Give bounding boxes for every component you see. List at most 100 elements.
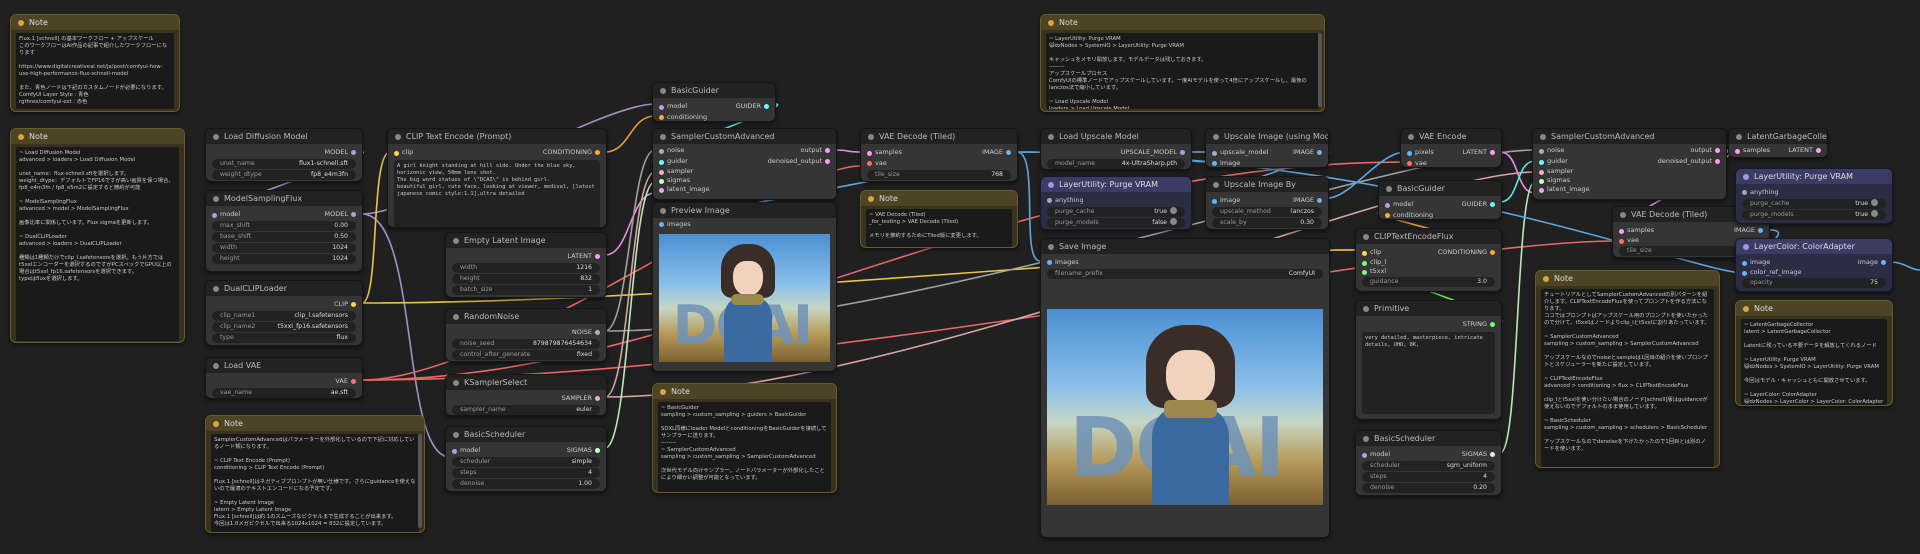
input-anything[interactable]: anything bbox=[1047, 195, 1185, 206]
node-load-diffusion-model[interactable]: Load Diffusion Model MODEL unet_name flux… bbox=[205, 128, 363, 182]
input-samples[interactable]: samples bbox=[1735, 146, 1770, 154]
node-purge-vram[interactable]: LayerUtility: Purge VRAM anything purge_… bbox=[1040, 176, 1192, 230]
note-text[interactable]: ~ VAE Decode (Tiled) _for_testing > VAE … bbox=[866, 209, 1012, 247]
note-loaders[interactable]: Note ~ Load Diffusion Model advanced > l… bbox=[10, 128, 185, 343]
input-latent-image[interactable]: latent_image bbox=[659, 185, 830, 194]
output-conditioning[interactable]: CONDITIONING bbox=[543, 147, 601, 158]
widget-vae-name[interactable]: vae_name ae.sft bbox=[212, 388, 356, 398]
node-clip-text-encode-flux[interactable]: CLIPTextEncodeFlux clip CONDITIONING clip… bbox=[1355, 228, 1502, 292]
note-text[interactable]: ~ LayerUtility: Purge VRAM 😺dzNodes > Sy… bbox=[1046, 33, 1319, 109]
input-image[interactable]: image bbox=[1742, 258, 1770, 266]
output-sigmas[interactable]: SIGMAS bbox=[567, 445, 601, 456]
input-model[interactable]: model bbox=[452, 446, 480, 454]
widget-max-shift[interactable]: max_shift 0.00 bbox=[212, 221, 356, 231]
output-guider[interactable]: GUIDER bbox=[1462, 199, 1496, 210]
widget-sampler-name[interactable]: sampler_name euler bbox=[452, 405, 600, 415]
output-upscale-model[interactable]: UPSCALE_MODEL bbox=[1047, 147, 1185, 158]
widget-scheduler[interactable]: scheduler sgm_uniform bbox=[1362, 461, 1495, 471]
note-sampler-params[interactable]: Note SamplerCustomAdvancedはパラメーターを外部化してい… bbox=[205, 415, 425, 533]
node-basic-scheduler[interactable]: BasicScheduler model SIGMAS scheduler simp… bbox=[445, 426, 607, 492]
input-latent-image[interactable]: latent_image bbox=[1539, 185, 1720, 194]
output-image[interactable]: IMAGE bbox=[982, 147, 1012, 158]
input-samples[interactable]: samples bbox=[1619, 226, 1654, 234]
toggle-purge-cache[interactable]: purge_cache true bbox=[1742, 199, 1886, 209]
note-vae-decode[interactable]: Note ~ VAE Decode (Tiled) _for_testing >… bbox=[860, 190, 1018, 248]
widget-noise-seed[interactable]: noise_seed 879879876454634 bbox=[452, 339, 600, 349]
note-flux-intro[interactable]: Note Flux.1 [schnell] の基本ワークフロー + アップスケー… bbox=[10, 14, 180, 112]
node-purge-vram[interactable]: LayerUtility: Purge VRAM anything purge_… bbox=[1735, 168, 1893, 224]
primitive-textarea[interactable]: very detailed, masterpiece, intricate de… bbox=[1362, 332, 1495, 414]
node-layercolor-coloradapter[interactable]: LayerColor: ColorAdapter image image colo… bbox=[1735, 238, 1893, 292]
output-string[interactable]: STRING bbox=[1362, 319, 1495, 330]
input-clip[interactable]: clip bbox=[1362, 248, 1381, 256]
output-guider[interactable]: GUIDER bbox=[736, 101, 770, 112]
node-basic-guider[interactable]: BasicGuider model GUIDER conditioning bbox=[1378, 180, 1502, 220]
note-garbage-collector[interactable]: Note ~ LatentGarbageCollector latent > L… bbox=[1735, 300, 1893, 406]
input-t5xxl[interactable]: t5xxl bbox=[1362, 267, 1495, 276]
node-latent-garbage-collector[interactable]: LatentGarbageCollector samples LATENT bbox=[1728, 128, 1828, 158]
output-latent[interactable]: LATENT bbox=[1788, 145, 1821, 156]
node-load-upscale-model[interactable]: Load Upscale Model UPSCALE_MODEL model_n… bbox=[1040, 128, 1192, 170]
input-vae[interactable]: vae bbox=[867, 158, 1011, 169]
node-vae-decode-tiled[interactable]: VAE Decode (Tiled) samples IMAGE vae tile… bbox=[860, 128, 1018, 182]
output-sigmas[interactable]: SIGMAS bbox=[1462, 449, 1496, 460]
note-text[interactable]: チュートリアルとしてSamplerCustomAdvancedの別パターンを紹介… bbox=[1541, 289, 1714, 467]
node-save-image[interactable]: Save Image images filename_prefix ComfyUI… bbox=[1040, 238, 1330, 538]
node-primitive[interactable]: Primitive STRING very detailed, masterpi… bbox=[1355, 300, 1502, 420]
widget-type[interactable]: type flux bbox=[212, 333, 356, 343]
note-scrollbar[interactable] bbox=[1318, 33, 1322, 107]
widget-weight-dtype[interactable]: weight_dtype fp8_e4m3fn bbox=[212, 170, 356, 180]
output-image[interactable]: IMAGE bbox=[1293, 147, 1323, 158]
widget-clip-name2[interactable]: clip_name2 t5xxl_fp16.safetensors bbox=[212, 322, 356, 332]
widget-width[interactable]: width 1024 bbox=[212, 243, 356, 253]
input-clip-l[interactable]: clip_l bbox=[1362, 258, 1495, 267]
note-text[interactable]: ~ BasicGuider sampling > custom_sampling… bbox=[658, 402, 831, 492]
output-conditioning[interactable]: CONDITIONING bbox=[1438, 247, 1496, 258]
input-upscale-model[interactable]: upscale_model bbox=[1212, 148, 1268, 156]
input-noise[interactable]: noise bbox=[659, 146, 684, 154]
widget-width[interactable]: width 1216 bbox=[452, 263, 600, 273]
output-denoised[interactable]: denoised_output bbox=[768, 156, 831, 167]
output-noise[interactable]: NOISE bbox=[452, 327, 600, 338]
output-latent[interactable]: LATENT bbox=[452, 251, 600, 262]
output-model[interactable]: MODEL bbox=[325, 209, 357, 220]
node-empty-latent-image[interactable]: Empty Latent Image LATENT width 1216 heig… bbox=[445, 232, 607, 298]
output-latent[interactable]: LATENT bbox=[1462, 147, 1495, 158]
input-conditioning[interactable]: conditioning bbox=[1385, 210, 1495, 219]
note-scrollbar[interactable] bbox=[418, 434, 422, 528]
input-samples[interactable]: samples bbox=[867, 148, 902, 156]
input-conditioning[interactable]: conditioning bbox=[659, 112, 769, 121]
note-text[interactable]: SamplerCustomAdvancedはパラメーターを外部化しているので下記… bbox=[211, 434, 419, 532]
widget-steps[interactable]: steps 4 bbox=[452, 468, 600, 478]
widget-clip-name1[interactable]: clip_name1 clip_l.safetensors bbox=[212, 311, 356, 321]
node-sampler-custom-advanced[interactable]: SamplerCustomAdvanced noise output guider… bbox=[652, 128, 837, 200]
widget-denoise[interactable]: denoise 1.00 bbox=[452, 479, 600, 489]
node-basic-scheduler[interactable]: BasicScheduler model SIGMAS scheduler sgm_… bbox=[1355, 430, 1502, 496]
input-color-ref-image[interactable]: color_ref_image bbox=[1742, 268, 1886, 277]
output-image[interactable]: IMAGE bbox=[1293, 195, 1323, 206]
node-sampler-custom-advanced[interactable]: SamplerCustomAdvanced noise output guider… bbox=[1532, 128, 1727, 200]
widget-base-shift[interactable]: base_shift 0.50 bbox=[212, 232, 356, 242]
widget-filename-prefix[interactable]: filename_prefix ComfyUI bbox=[1047, 269, 1323, 279]
widget-height[interactable]: height 1024 bbox=[212, 254, 356, 264]
widget-tile-size[interactable]: tile_size768 bbox=[867, 170, 1011, 180]
prompt-textarea[interactable]: A girl knight standing at hill side. Und… bbox=[394, 160, 600, 227]
toggle-purge-models[interactable]: purge_models true bbox=[1742, 210, 1886, 220]
output-model[interactable]: MODEL bbox=[212, 147, 356, 158]
node-dual-clip-loader[interactable]: DualCLIPLoader CLIP clip_name1 clip_l.saf… bbox=[205, 280, 363, 346]
output-vae[interactable]: VAE bbox=[212, 376, 356, 387]
node-preview-image[interactable]: Preview Image images DCAI bbox=[652, 202, 837, 372]
note-text[interactable]: Flux.1 [schnell] の基本ワークフロー + アップスケール このワ… bbox=[16, 33, 174, 109]
input-vae[interactable]: vae bbox=[1407, 158, 1495, 167]
note-text[interactable]: ~ LatentGarbageCollector latent > Latent… bbox=[1741, 319, 1887, 405]
input-sampler[interactable]: sampler bbox=[1539, 167, 1720, 176]
node-model-sampling-flux[interactable]: ModelSamplingFlux model MODEL max_shift 0.… bbox=[205, 190, 363, 272]
note-purge-upscale[interactable]: Note ~ LayerUtility: Purge VRAM 😺dzNodes… bbox=[1040, 14, 1325, 112]
output-sampler[interactable]: SAMPLER bbox=[452, 393, 600, 404]
input-sigmas[interactable]: sigmas bbox=[659, 176, 830, 185]
input-image[interactable]: image bbox=[1212, 158, 1322, 167]
node-load-vae[interactable]: Load VAE VAE vae_name ae.sft bbox=[205, 357, 363, 399]
output-image[interactable]: image bbox=[1858, 257, 1887, 268]
input-sigmas[interactable]: sigmas bbox=[1539, 176, 1720, 185]
input-model[interactable]: model bbox=[659, 102, 687, 110]
